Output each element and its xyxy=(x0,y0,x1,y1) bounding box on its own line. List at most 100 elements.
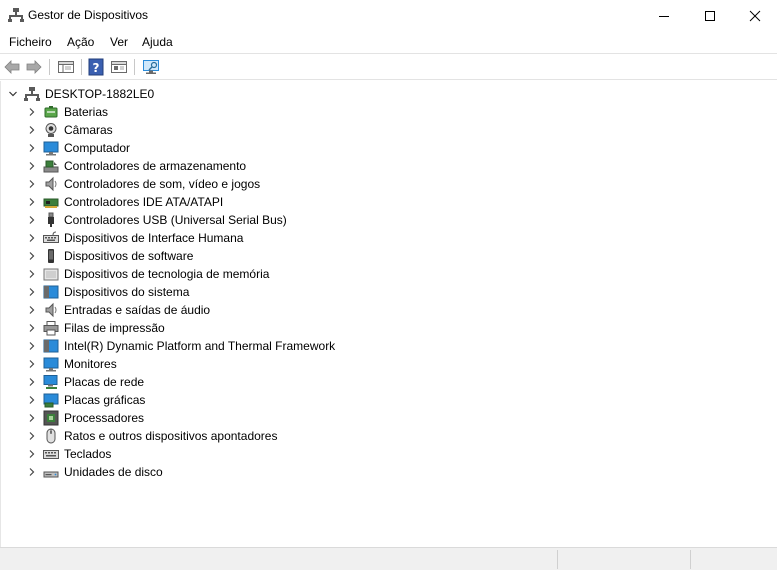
chevron-right-icon[interactable] xyxy=(26,376,38,388)
device-tree: DESKTOP-1882LE0 Baterias Câmaras Computa… xyxy=(0,81,777,547)
chevron-right-icon[interactable] xyxy=(26,268,38,280)
tree-item-label: Dispositivos de software xyxy=(64,249,194,263)
tree-item-label: Controladores USB (Universal Serial Bus) xyxy=(64,213,287,227)
close-icon xyxy=(749,10,761,21)
storage-controller-icon xyxy=(43,160,59,173)
toolbar-separator xyxy=(81,59,82,75)
tree-item-processadores[interactable]: Processadores xyxy=(1,409,777,427)
maximize-icon xyxy=(705,10,715,21)
system-folder-icon xyxy=(43,285,59,299)
tree-item-label: Unidades de disco xyxy=(64,465,163,479)
memory-device-icon xyxy=(43,268,59,281)
disk-drive-icon xyxy=(43,471,59,478)
tree-item-controladores-armazenamento[interactable]: Controladores de armazenamento xyxy=(1,157,777,175)
monitor-icon xyxy=(43,357,59,372)
tree-item-controladores-usb[interactable]: Controladores USB (Universal Serial Bus) xyxy=(1,211,777,229)
chevron-right-icon[interactable] xyxy=(26,214,38,226)
chevron-right-icon[interactable] xyxy=(26,250,38,262)
tree-item-dispositivos-interface-humana[interactable]: Dispositivos de Interface Humana xyxy=(1,229,777,247)
tree-item-dispositivos-software[interactable]: Dispositivos de software xyxy=(1,247,777,265)
tree-item-placas-rede[interactable]: Placas de rede xyxy=(1,373,777,391)
menu-ficheiro[interactable]: Ficheiro xyxy=(9,35,52,49)
usb-icon xyxy=(48,212,54,227)
menu-ajuda[interactable]: Ajuda xyxy=(142,35,173,49)
tree-item-label: Controladores IDE ATA/ATAPI xyxy=(64,195,224,209)
chevron-right-icon[interactable] xyxy=(26,358,38,370)
chevron-right-icon[interactable] xyxy=(26,412,38,424)
tree-item-baterias[interactable]: Baterias xyxy=(1,103,777,121)
chevron-down-icon[interactable] xyxy=(7,88,19,100)
tree-item-computador[interactable]: Computador xyxy=(1,139,777,157)
show-hide-console-tree-icon[interactable] xyxy=(57,58,75,76)
tree-item-controladores-som[interactable]: Controladores de som, vídeo e jogos xyxy=(1,175,777,193)
chevron-right-icon[interactable] xyxy=(26,124,38,136)
back-arrow-icon[interactable] xyxy=(3,58,21,76)
chevron-right-icon[interactable] xyxy=(26,178,38,190)
chevron-right-icon[interactable] xyxy=(26,430,38,442)
chevron-right-icon[interactable] xyxy=(26,394,38,406)
tree-item-label: Baterias xyxy=(64,105,109,119)
printer-icon xyxy=(43,321,59,336)
status-bar-separator xyxy=(690,550,691,569)
chevron-right-icon[interactable] xyxy=(26,196,38,208)
chevron-right-icon[interactable] xyxy=(26,466,38,478)
tree-item-ratos[interactable]: Ratos e outros dispositivos apontadores xyxy=(1,427,777,445)
tree-item-placas-graficas[interactable]: Placas gráficas xyxy=(1,391,777,409)
device-manager-app-icon xyxy=(8,8,24,22)
tree-item-filas-impressao[interactable]: Filas de impressão xyxy=(1,319,777,337)
chevron-right-icon[interactable] xyxy=(26,286,38,298)
tree-item-monitores[interactable]: Monitores xyxy=(1,355,777,373)
forward-arrow-icon[interactable] xyxy=(25,58,43,76)
tree-item-label: Ratos e outros dispositivos apontadores xyxy=(64,429,278,443)
chevron-right-icon[interactable] xyxy=(26,142,38,154)
close-button[interactable] xyxy=(732,0,777,31)
tree-item-entradas-saidas-audio[interactable]: Entradas e saídas de áudio xyxy=(1,301,777,319)
status-bar xyxy=(0,547,777,570)
svg-text:?: ? xyxy=(93,61,100,75)
chevron-right-icon[interactable] xyxy=(26,106,38,118)
computer-network-icon xyxy=(24,87,40,101)
maximize-button[interactable] xyxy=(687,0,733,31)
menu-bar: Ficheiro Ação Ver Ajuda xyxy=(0,31,777,53)
status-bar-separator xyxy=(557,550,558,569)
window-title: Gestor de Dispositivos xyxy=(28,8,149,22)
chevron-right-icon[interactable] xyxy=(26,304,38,316)
chevron-right-icon[interactable] xyxy=(26,448,38,460)
chevron-right-icon[interactable] xyxy=(26,322,38,334)
chevron-right-icon[interactable] xyxy=(26,232,38,244)
tree-item-teclados[interactable]: Teclados xyxy=(1,445,777,463)
tree-item-dispositivos-sistema[interactable]: Dispositivos do sistema xyxy=(1,283,777,301)
tree-item-label: Controladores de som, vídeo e jogos xyxy=(64,177,261,191)
menu-ver[interactable]: Ver xyxy=(110,35,128,49)
tree-item-unidades-disco[interactable]: Unidades de disco xyxy=(1,463,777,481)
help-icon[interactable]: ? xyxy=(87,58,105,76)
tree-item-label: Dispositivos de Interface Humana xyxy=(64,231,244,245)
tree-item-label: Teclados xyxy=(64,447,112,461)
battery-icon xyxy=(44,106,58,118)
minimize-button[interactable] xyxy=(641,0,687,31)
ide-card-icon xyxy=(43,198,59,208)
tree-item-label: Entradas e saídas de áudio xyxy=(64,303,211,317)
chevron-right-icon[interactable] xyxy=(26,340,38,352)
menu-acao[interactable]: Ação xyxy=(67,35,94,49)
tree-root-label: DESKTOP-1882LE0 xyxy=(45,87,155,101)
display-adapter-icon xyxy=(43,393,59,408)
mouse-icon xyxy=(46,428,56,444)
processor-icon xyxy=(43,410,59,426)
tree-item-label: Computador xyxy=(64,141,131,155)
tree-root[interactable]: DESKTOP-1882LE0 xyxy=(1,85,777,103)
tree-item-label: Intel(R) Dynamic Platform and Thermal Fr… xyxy=(64,339,336,353)
title-bar: Gestor de Dispositivos xyxy=(0,0,777,31)
tree-item-dispositivos-memoria[interactable]: Dispositivos de tecnologia de memória xyxy=(1,265,777,283)
tree-item-controladores-ide[interactable]: Controladores IDE ATA/ATAPI xyxy=(1,193,777,211)
tree-item-label: Câmaras xyxy=(64,123,113,137)
properties-window-icon[interactable] xyxy=(110,58,128,76)
keyboard-hid-icon xyxy=(43,231,59,243)
tree-item-intel-dptf[interactable]: Intel(R) Dynamic Platform and Thermal Fr… xyxy=(1,337,777,355)
system-folder-icon xyxy=(43,339,59,353)
scan-hardware-changes-icon[interactable] xyxy=(142,58,160,76)
chevron-right-icon[interactable] xyxy=(26,160,38,172)
tree-item-camaras[interactable]: Câmaras xyxy=(1,121,777,139)
minimize-icon xyxy=(659,15,669,17)
tree-item-label: Controladores de armazenamento xyxy=(64,159,247,173)
